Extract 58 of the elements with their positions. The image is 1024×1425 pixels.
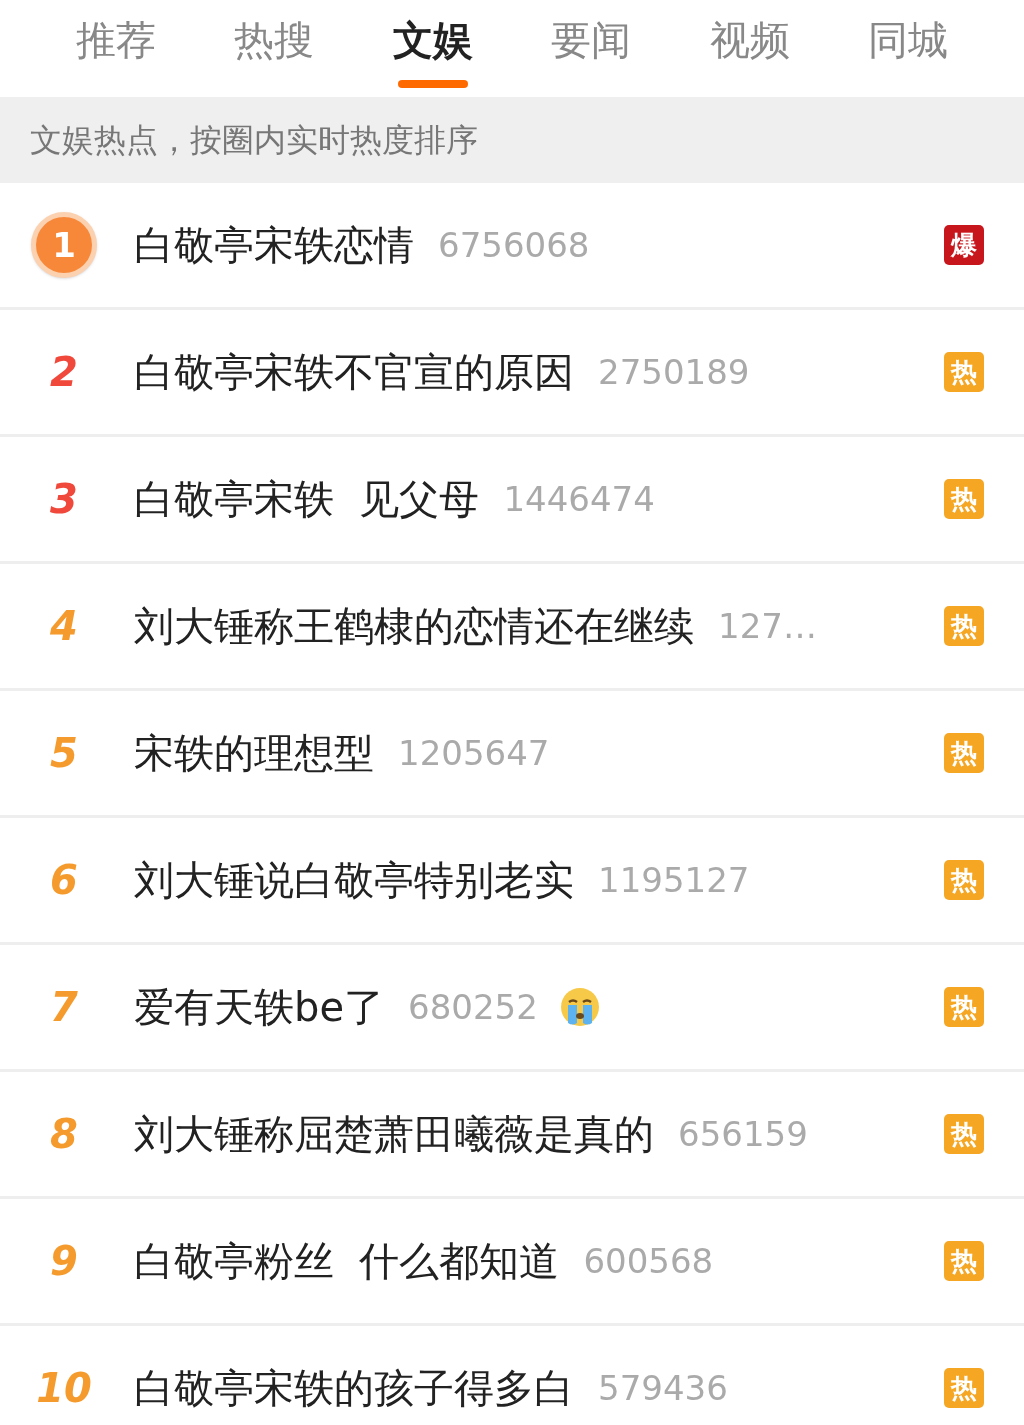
rank-number: 5 (50, 733, 78, 773)
topic-title: 白敬亭宋轶的孩子得多白 (134, 1364, 574, 1413)
trending-row[interactable]: 1 白敬亭宋轶恋情 6756068 爆 (0, 183, 1024, 310)
heat-count: 2750189 (598, 350, 750, 394)
category-tab[interactable]: 同城 (867, 14, 948, 66)
status-badge: 爆 (944, 225, 984, 265)
trending-row[interactable]: 5 宋轶的理想型 1205647 热 (0, 691, 1024, 818)
status-badge: 热 (944, 733, 984, 773)
heat-count: 600568 (583, 1239, 714, 1283)
category-tab[interactable]: 文娱 (392, 14, 473, 66)
category-tab[interactable]: 视频 (709, 14, 790, 66)
topic-title: 刘大锤说白敬亭特别老实 (134, 856, 574, 905)
status-badge: 热 (944, 987, 984, 1027)
topic-title: 白敬亭宋轶不官宣的原因 (134, 348, 574, 397)
category-tab[interactable]: 推荐 (76, 14, 156, 66)
topic-title: 刘大锤称王鹤棣的恋情还在继续 (134, 602, 694, 651)
heat-count: 1205647 (398, 731, 550, 775)
topic-title: 爱有天轶be了 (134, 983, 384, 1032)
rank-number: 10 (36, 1368, 92, 1408)
status-badge: 热 (944, 1368, 984, 1408)
heat-count: 680252 (408, 985, 538, 1029)
category-tab[interactable]: 热搜 (234, 14, 315, 66)
rank-medal: 1 (31, 212, 97, 278)
status-badge: 热 (944, 860, 984, 900)
rank-number: 8 (50, 1114, 78, 1154)
trending-row[interactable]: 7 爱有天轶be了 680252 热 (0, 945, 1024, 1072)
trending-row[interactable]: 8 刘大锤称屈楚萧田曦薇是真的 656159 热 (0, 1072, 1024, 1199)
status-badge: 热 (944, 606, 984, 646)
trending-row[interactable]: 3 白敬亭宋轶 见父母 1446474 热 (0, 437, 1024, 564)
status-badge: 热 (944, 352, 984, 392)
topic-title: 白敬亭宋轶恋情 (134, 221, 414, 270)
heat-count: 127… (718, 604, 817, 648)
tab-underline (397, 80, 468, 88)
trending-row[interactable]: 9 白敬亭粉丝 什么都知道 600568 热 (0, 1199, 1024, 1326)
rank-number: 6 (50, 860, 78, 900)
heat-count: 1446474 (503, 477, 655, 521)
topic-title: 刘大锤称屈楚萧田曦薇是真的 (134, 1110, 654, 1159)
category-tab[interactable]: 要闻 (551, 14, 632, 66)
subtitle-bar: 文娱热点，按圈内实时热度排序 (0, 97, 1024, 183)
topic-title: 宋轶的理想型 (134, 729, 374, 778)
rank-number: 9 (50, 1241, 78, 1281)
heat-count: 1195127 (598, 858, 750, 902)
trending-row[interactable]: 6 刘大锤说白敬亭特别老实 1195127 热 (0, 818, 1024, 945)
trending-row[interactable]: 10 白敬亭宋轶的孩子得多白 579436 热 (0, 1326, 1024, 1425)
status-badge: 热 (944, 479, 984, 519)
topic-title: 白敬亭粉丝 什么都知道 (134, 1237, 560, 1286)
status-badge: 热 (944, 1114, 984, 1154)
trending-row[interactable]: 4 刘大锤称王鹤棣的恋情还在继续 127… 热 (0, 564, 1024, 691)
heat-count: 656159 (678, 1112, 808, 1156)
heat-count: 579436 (598, 1366, 728, 1410)
rank-number: 2 (50, 352, 78, 392)
rank-number: 3 (50, 479, 78, 519)
heat-count: 6756068 (438, 223, 590, 267)
trending-row[interactable]: 2 白敬亭宋轶不官宣的原因 2750189 热 (0, 310, 1024, 437)
topic-title: 白敬亭宋轶 见父母 (134, 475, 480, 524)
status-badge: 热 (944, 1241, 984, 1281)
rank-number: 7 (50, 987, 78, 1027)
rank-number: 4 (50, 606, 78, 646)
